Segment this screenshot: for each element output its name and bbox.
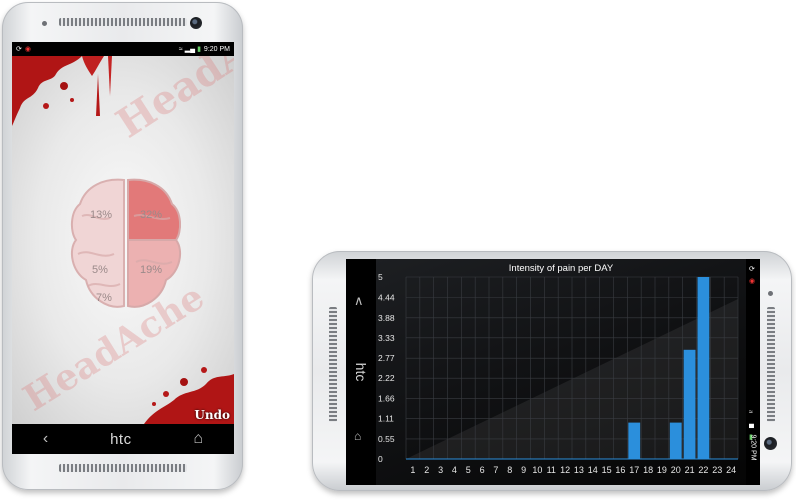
front-camera [764, 437, 777, 450]
blood-splatter-decoration [12, 56, 112, 126]
status-bar: ⟳ ◉ ≈ ▂▄ ▮ 9:20 PM [12, 42, 234, 56]
chart-bar [628, 422, 641, 459]
region-percent-back-left: 7% [96, 292, 112, 304]
chart-bar [669, 422, 682, 459]
x-tick-label: 8 [507, 465, 512, 475]
region-percent-front-left: 13% [90, 209, 113, 221]
htc-logo: htc [353, 362, 369, 382]
earpiece-speaker [767, 307, 775, 422]
y-tick-label: 1.66 [378, 394, 395, 404]
app-notification-icon: ◉ [749, 278, 756, 285]
app-watermark: HeadA [108, 56, 234, 148]
bottom-speaker [59, 464, 187, 472]
back-button[interactable]: ‹ [43, 430, 48, 448]
signal-icon: ▄ [749, 421, 754, 428]
x-tick-label: 2 [424, 465, 429, 475]
pain-intensity-chart: 0 0.55 1.11 1.66 2.22 2.77 3.33 3.88 4.44 5 1 2 3 4 5 6… [376, 259, 746, 485]
x-tick-label: 22 [698, 465, 708, 475]
x-tick-label: 6 [480, 465, 485, 475]
x-tick-label: 5 [466, 465, 471, 475]
x-tick-label: 16 [615, 465, 625, 475]
x-tick-label: 9 [521, 465, 526, 475]
brain-diagram [70, 178, 182, 308]
x-tick-label: 13 [574, 465, 584, 475]
y-tick-label: 2.77 [378, 353, 395, 363]
proximity-sensor [768, 291, 773, 296]
x-tick-label: 7 [493, 465, 498, 475]
landscape-phone: ∧ htc ⌂ 0 0.55 1.11 1.66 2.22 2.77 3.33 3.88 4.4… [312, 251, 792, 491]
region-percent-front-right: 32% [140, 209, 163, 221]
y-tick-label: 4.44 [378, 292, 395, 302]
y-tick-label: 0.55 [378, 434, 395, 444]
front-camera [190, 17, 202, 29]
navigation-bar: ∧ htc ⌂ [346, 259, 376, 485]
y-tick-label: 0 [378, 454, 383, 464]
x-tick-label: 3 [438, 465, 443, 475]
y-tick-label: 5 [378, 272, 383, 282]
chart-bar [697, 277, 710, 459]
status-time: 9:20 PM [203, 45, 230, 53]
status-time: 9:20 PM [749, 434, 757, 461]
sync-icon: ⟳ [16, 46, 22, 53]
chart-bar [683, 349, 696, 459]
y-tick-label: 3.88 [378, 313, 395, 323]
recent-apps-button[interactable]: ∧ [354, 293, 364, 309]
bar-chart: 00.551.111.662.222.773.333.884.4451 2 3 4 5 6… [378, 263, 739, 475]
x-tick-label: 15 [602, 465, 612, 475]
home-button[interactable]: ⌂ [354, 429, 361, 443]
wifi-icon: ≈ [178, 45, 183, 53]
proximity-sensor [42, 21, 47, 26]
navigation-bar: ‹ htc ⌂ [12, 424, 234, 454]
x-tick-label: 1 [410, 465, 415, 475]
home-button[interactable]: ⌂ [193, 430, 203, 448]
region-percent-mid-right: 19% [140, 264, 163, 276]
headache-app-screen: HeadA HeadAche 13% 32% 5% 19% 7% Undo [12, 56, 234, 424]
x-tick-label: 11 [547, 465, 556, 475]
brain-left-hemisphere[interactable] [70, 178, 125, 308]
x-tick-label: 21 [685, 465, 695, 475]
battery-icon: ▮ [197, 46, 201, 53]
earpiece-speaker [59, 18, 187, 26]
bottom-speaker [329, 307, 337, 422]
x-tick-label: 20 [671, 465, 681, 475]
portrait-screen: ⟳ ◉ ≈ ▂▄ ▮ 9:20 PM HeadA HeadAche 13% 32… [12, 42, 234, 454]
portrait-phone: ⟳ ◉ ≈ ▂▄ ▮ 9:20 PM HeadA HeadAche 13% 32… [2, 2, 243, 490]
status-bar: ⟳ ◉ ≈ ▄ ▮ 9:20 PM [746, 259, 760, 485]
chart-title: Intensity of pain per DAY [509, 263, 614, 274]
signal-icon: ▂▄ [184, 46, 196, 53]
y-tick-label: 3.33 [378, 333, 395, 343]
x-tick-label: 10 [532, 465, 542, 475]
landscape-screen: ∧ htc ⌂ 0 0.55 1.11 1.66 2.22 2.77 3.33 3.88 4.4… [346, 259, 760, 485]
x-tick-label: 19 [657, 465, 667, 475]
x-tick-label: 4 [452, 465, 457, 475]
y-tick-label: 1.11 [378, 414, 394, 424]
x-tick-label: 18 [643, 465, 653, 475]
x-tick-label: 23 [712, 465, 722, 475]
htc-logo: htc [110, 430, 132, 448]
x-tick-label: 17 [629, 465, 639, 475]
y-tick-label: 2.22 [378, 373, 395, 383]
x-tick-label: 24 [726, 465, 736, 475]
x-tick-label: 14 [588, 465, 598, 475]
undo-button[interactable]: Undo [194, 408, 230, 422]
x-tick-label: 12 [560, 465, 570, 475]
region-percent-mid-left: 5% [92, 264, 108, 276]
sync-icon: ⟳ [749, 266, 755, 273]
wifi-icon: ≈ [749, 409, 753, 416]
app-notification-icon: ◉ [24, 46, 31, 53]
